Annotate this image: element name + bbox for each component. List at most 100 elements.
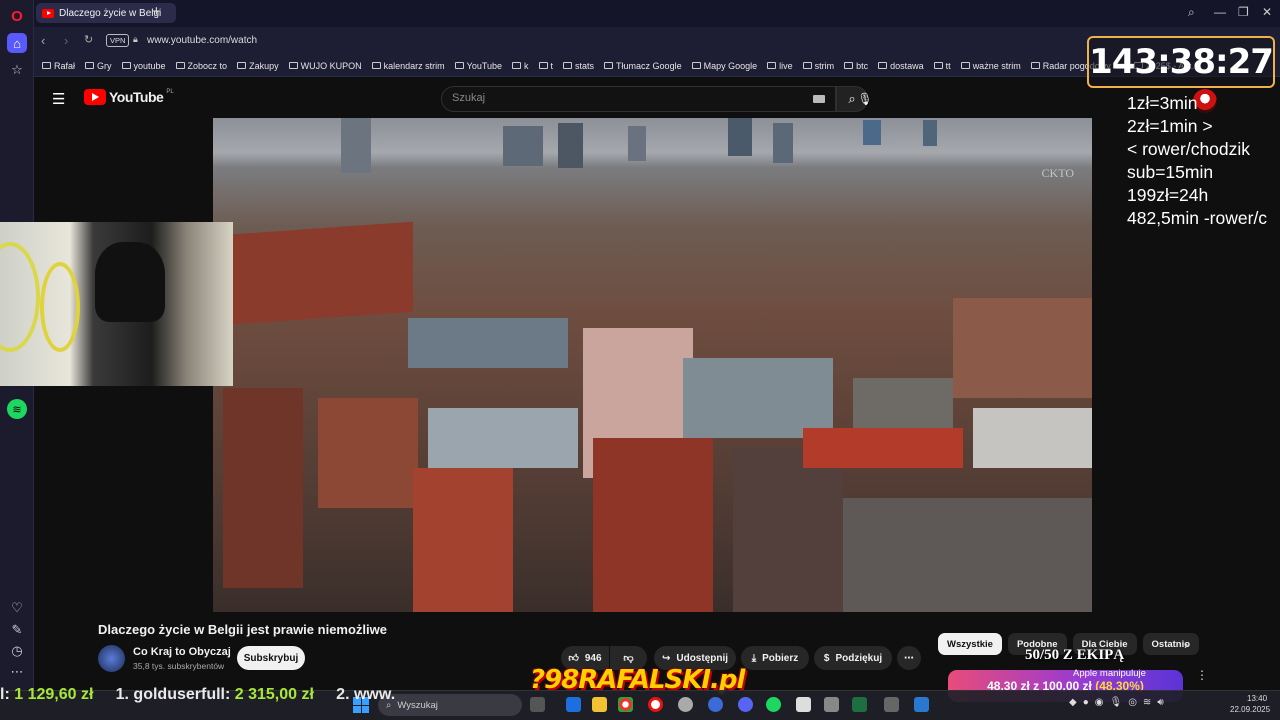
close-icon[interactable]: ✕ <box>1262 5 1272 19</box>
mic-button[interactable]: 🎙︎ <box>852 86 878 112</box>
forward-icon[interactable]: › <box>64 33 68 48</box>
reload-icon[interactable]: ↻ <box>84 33 93 46</box>
discord-icon[interactable] <box>738 697 753 712</box>
bookmark-item[interactable]: t <box>538 61 553 71</box>
bookmark-item[interactable]: Tłumacz Google <box>604 61 682 71</box>
lock-icon[interactable]: 🔒︎ <box>133 34 138 45</box>
youtube-logo[interactable]: YouTube PL <box>84 89 174 105</box>
bookmark-item[interactable]: YouTube <box>454 61 502 71</box>
bookmark-item[interactable]: tt <box>933 61 951 71</box>
search-tabs-icon[interactable]: ⌕ <box>1188 5 1195 20</box>
vpn-badge[interactable]: VPN <box>106 34 130 47</box>
thanks-button[interactable]: $ Podziękuj <box>814 646 892 670</box>
subscribe-button[interactable]: Subskrybuj <box>237 646 305 670</box>
excel-icon[interactable] <box>852 697 867 712</box>
search-input[interactable] <box>452 92 752 104</box>
video-title: Dlaczego życie w Belgii jest prawie niem… <box>98 622 387 637</box>
video-watermark: CKTO <box>1041 166 1074 180</box>
menu-icon[interactable]: ☰ <box>52 90 65 108</box>
notepad-icon[interactable] <box>914 697 929 712</box>
filter-chip[interactable]: Ostatnio <box>1142 633 1200 655</box>
app-icon[interactable] <box>884 697 899 712</box>
folder-icon <box>604 62 614 69</box>
donation-ticker: l: 1 129,60 zł 1. golduserfull: 2 315,00… <box>0 686 395 706</box>
app-icon[interactable] <box>708 697 723 712</box>
bookmark-item[interactable]: dostawa <box>878 61 924 71</box>
download-button[interactable]: ⤓ Pobierz <box>741 646 809 670</box>
clock-date[interactable]: 22.09.2025 <box>1230 705 1270 714</box>
bookmark-label: Rafał <box>54 60 76 71</box>
download-icon: ⤓ <box>751 652 757 664</box>
obs-icon[interactable] <box>678 697 693 712</box>
bookmark-item[interactable]: Zobocz to <box>175 61 227 71</box>
channel-name[interactable]: Co Kraj to Obyczaj <box>133 646 231 658</box>
download-label: Pobierz <box>762 652 799 664</box>
bookmark-label: Gry <box>97 60 112 71</box>
bookmark-item[interactable]: live <box>767 61 793 71</box>
more-icon[interactable]: ⋯ <box>7 662 27 682</box>
more-actions-button[interactable]: ⋯ <box>897 646 921 670</box>
taskbar-search[interactable]: ⌕ Wyszukaj <box>378 694 522 716</box>
folder-icon <box>933 62 943 69</box>
wifi-icon[interactable]: ≋ <box>1143 697 1151 708</box>
webcam-overlay <box>0 222 233 386</box>
bookmark-item[interactable]: Rafał <box>42 61 75 71</box>
tray-icon[interactable]: ◉ <box>1095 697 1104 708</box>
bookmark-item[interactable]: btc <box>844 61 868 71</box>
video-player[interactable]: CKTO <box>213 118 1092 612</box>
tray-icon[interactable]: ● <box>1083 697 1089 708</box>
bookmark-item[interactable]: stats <box>563 61 594 71</box>
price-list-line: 2zł=1min > <box>1127 116 1213 136</box>
filter-chip[interactable]: Wszystkie <box>938 633 1002 655</box>
task-view-icon[interactable] <box>530 697 545 712</box>
maximize-icon[interactable]: ❐ <box>1238 5 1249 19</box>
channel-avatar[interactable] <box>98 645 125 672</box>
keyboard-icon[interactable] <box>813 95 825 103</box>
opera-logo-icon[interactable]: O <box>7 6 27 26</box>
bookmark-item[interactable]: Zakupy <box>237 61 279 71</box>
kebab-menu-icon[interactable]: ⋮ <box>1196 668 1208 682</box>
bookmark-item[interactable]: WUJO KUPON <box>288 60 362 71</box>
eye-icon[interactable]: ◎ <box>1128 697 1137 708</box>
new-tab-button[interactable]: + <box>152 3 161 20</box>
folder-icon <box>1030 62 1040 69</box>
edit-icon[interactable]: ✎ <box>7 620 27 640</box>
clock-time[interactable]: 13:40 <box>1247 694 1267 703</box>
tray-icon[interactable]: ◆ <box>1069 697 1077 708</box>
history-icon[interactable]: ◷ <box>7 641 27 661</box>
back-icon[interactable]: ‹ <box>41 33 45 48</box>
file-explorer-icon[interactable] <box>592 697 607 712</box>
heart-icon[interactable]: ♡ <box>7 598 27 618</box>
bookmark-label: live <box>779 60 793 71</box>
bookmark-label: dostawa <box>890 60 924 71</box>
speaker-icon[interactable]: 🔊︎ <box>1157 697 1163 708</box>
bookmark-item[interactable]: Mapy Google <box>691 61 757 71</box>
folder-icon <box>121 62 131 69</box>
url-field[interactable]: www.youtube.com/watch <box>147 35 257 46</box>
home-icon[interactable]: ⌂ <box>7 33 27 53</box>
spotify-taskbar-icon[interactable] <box>766 697 781 712</box>
folder-icon <box>691 62 701 69</box>
chrome-icon[interactable] <box>618 697 633 712</box>
app-icon[interactable] <box>796 697 811 712</box>
bookmark-item[interactable]: youtube <box>121 61 166 71</box>
opera-icon[interactable] <box>648 697 663 712</box>
mic-icon[interactable]: 🎙︎ <box>1109 697 1122 708</box>
channel-subscribers: 35,8 tys. subskrybentów <box>133 661 225 671</box>
ticker-prefix: l: <box>0 686 10 703</box>
minimize-icon[interactable]: — <box>1214 5 1226 19</box>
calculator-icon[interactable] <box>824 697 839 712</box>
search-box <box>441 86 836 112</box>
bookmark-item[interactable]: strim <box>802 61 834 71</box>
folder-icon <box>85 62 95 69</box>
edge-icon[interactable] <box>566 697 581 712</box>
bookmark-item[interactable]: Gry <box>85 61 112 71</box>
bookmark-item[interactable]: k <box>512 61 529 71</box>
spotify-icon[interactable]: ≋ <box>7 399 27 419</box>
bookmark-item[interactable]: kalendarz strim <box>371 61 445 71</box>
chips-next-icon[interactable]: › <box>1184 637 1188 652</box>
bookmark-item[interactable]: ważne strim <box>960 61 1021 71</box>
bookmark-label: WUJO KUPON <box>300 60 362 71</box>
stream-timer: 143:38:27 <box>1087 36 1275 88</box>
star-icon[interactable]: ☆ <box>7 60 27 80</box>
